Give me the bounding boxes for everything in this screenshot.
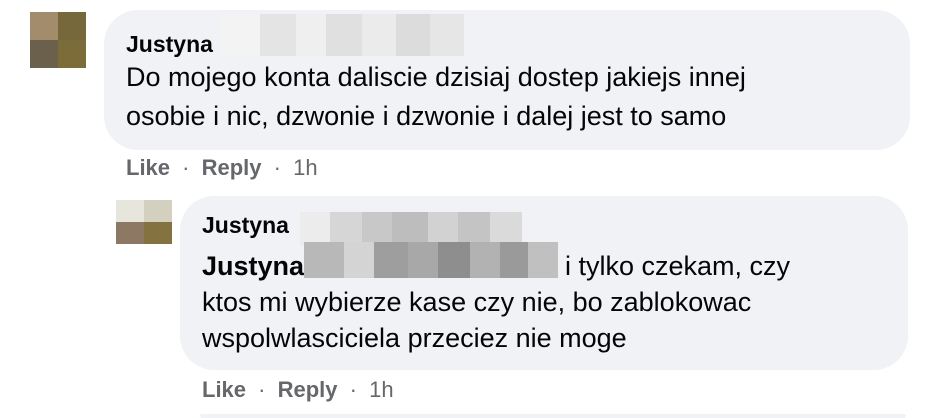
comment-thread: Justyna Do mojego konta daliscie dzisiaj… [0, 0, 930, 418]
comment-actions: Like · Reply · 1h [202, 377, 394, 403]
redacted-name-block [300, 212, 522, 246]
comment-text-line: osobie i nic, dzwonie i dzwonie i dalej … [126, 101, 727, 131]
separator-dot: · [349, 377, 357, 402]
redacted-mention-block [304, 242, 558, 278]
next-comment-edge [200, 414, 906, 418]
separator-dot: · [182, 155, 190, 180]
like-button[interactable]: Like [126, 155, 170, 180]
comment-text-line: ktos mi wybierze kase czy nie, bo zablok… [202, 287, 752, 317]
mention-name[interactable]: Justyna [202, 247, 304, 286]
avatar[interactable] [116, 200, 172, 244]
reply-button[interactable]: Reply [278, 377, 338, 402]
comment-text-line: wspolwlasciciela przeciez nie moge [202, 323, 627, 353]
reply-button[interactable]: Reply [202, 155, 262, 180]
separator-dot: · [258, 377, 266, 402]
comment-author[interactable]: Justyna [202, 211, 289, 239]
timestamp[interactable]: 1h [293, 155, 317, 180]
like-button[interactable]: Like [202, 377, 246, 402]
timestamp[interactable]: 1h [369, 377, 393, 402]
comment-author[interactable]: Justyna [126, 30, 213, 58]
comment-text-line: Do mojego konta daliscie dzisiaj dostep … [126, 62, 746, 92]
comment-text-line: i tylko czekam, czy [565, 251, 791, 281]
comment-actions: Like · Reply · 1h [126, 155, 318, 181]
separator-dot: · [273, 155, 281, 180]
redacted-name-block [220, 14, 464, 56]
avatar[interactable] [30, 12, 86, 68]
